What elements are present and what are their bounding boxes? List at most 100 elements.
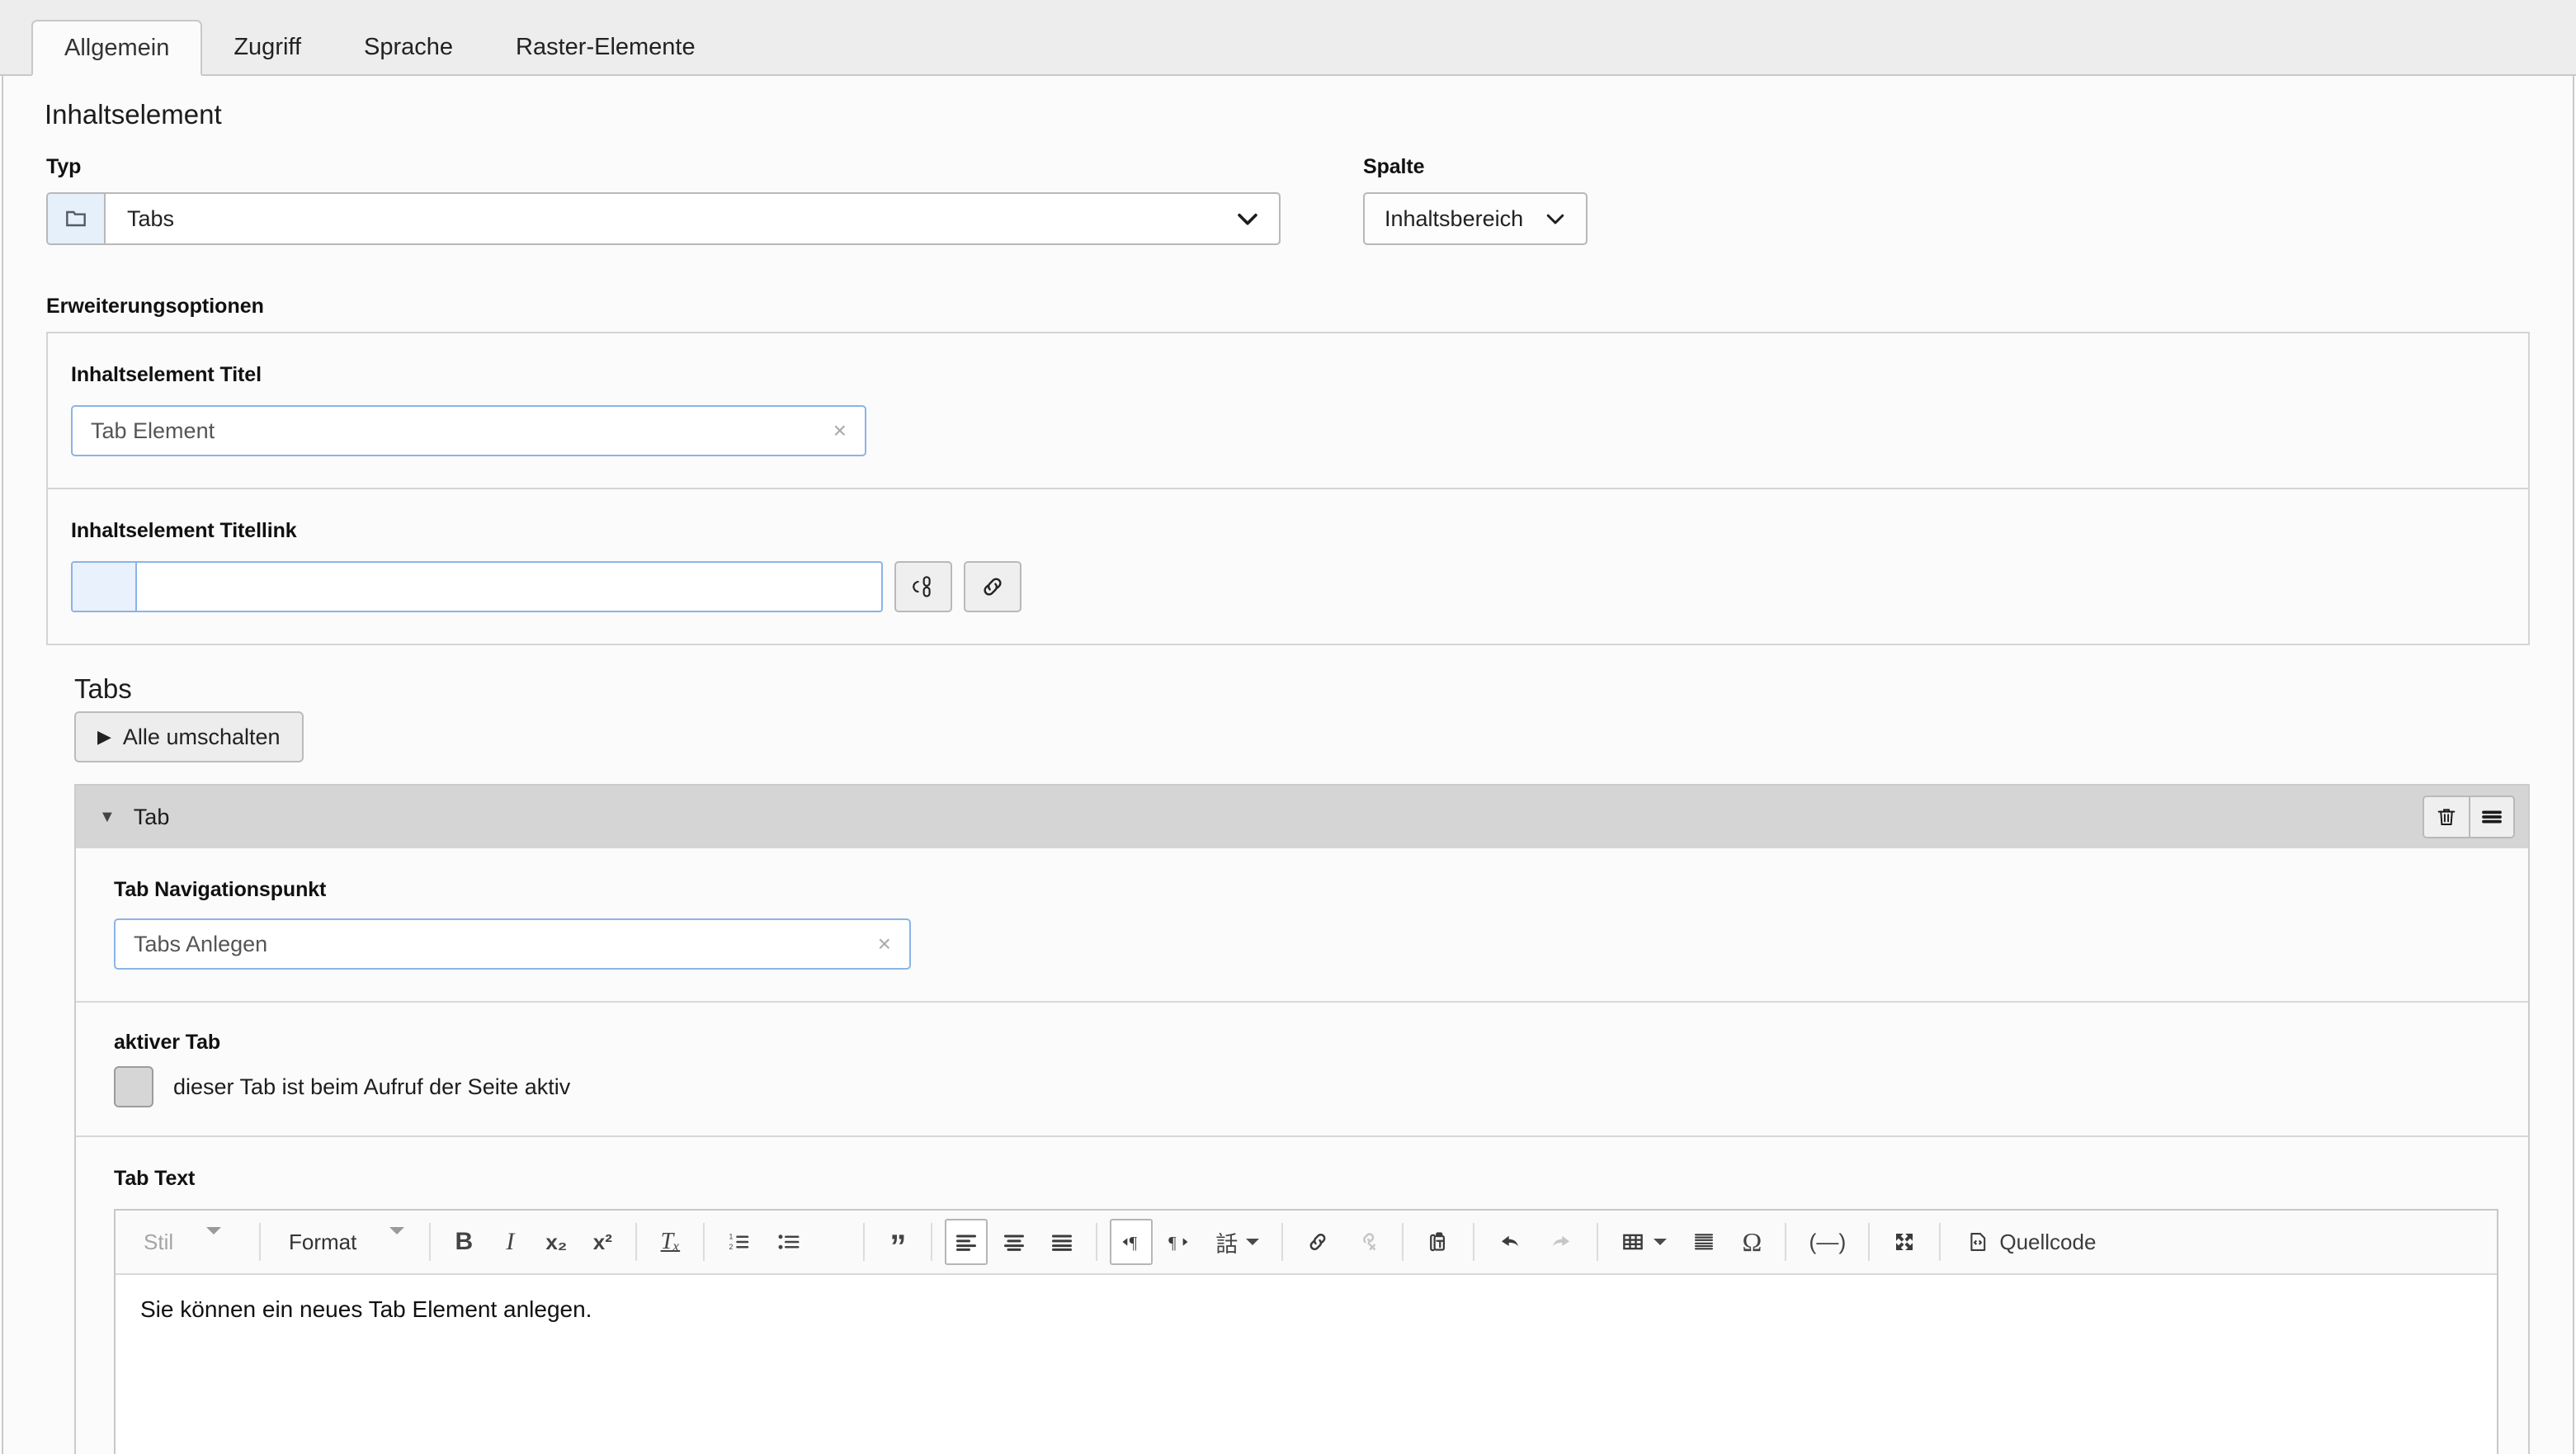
element-title-link-input[interactable] [71,561,883,612]
element-title-label: Inhaltselement Titel [71,363,2505,387]
element-title-input[interactable]: Tab Element × [71,405,866,456]
active-tab-section: aktiver Tab dieser Tab ist beim Aufruf d… [76,1003,2528,1137]
tabs-section-heading: Tabs [3,645,2573,705]
page-break-glyph: (—) [1809,1230,1846,1255]
spalte-select[interactable]: Inhaltsbereich [1363,192,1588,245]
tab-nav-point-input[interactable]: Tabs Anlegen × [114,918,911,970]
spalte-field-group: Spalte Inhaltsbereich [1363,155,1588,245]
editor-content-area[interactable]: Sie können ein neues Tab Element anlegen… [116,1275,2497,1454]
chevron-down-icon [1246,1239,1259,1245]
chevron-down-icon[interactable]: ▼ [99,808,116,827]
typ-field-group: Typ Tabs [46,155,1284,245]
style-combo-label: Stil [144,1211,173,1273]
link-icon[interactable] [1295,1219,1340,1265]
table-icon[interactable] [1611,1219,1677,1265]
tab-accordion-header[interactable]: ▼ Tab [76,786,2528,848]
chevron-down-icon[interactable] [1216,194,1279,243]
tab-folder-icon [48,194,106,243]
svg-text:1: 1 [729,1232,734,1240]
toggle-all-label: Alle umschalten [123,725,281,750]
undo-icon[interactable] [1487,1219,1533,1265]
active-tab-checkbox[interactable] [114,1066,153,1107]
source-button[interactable]: Quellcode [1953,1219,2109,1265]
tab-allgemein[interactable]: Allgemein [31,20,202,76]
blockquote-icon[interactable]: ” [877,1219,918,1265]
bold-glyph: B [455,1228,474,1256]
text-direction-ltr-icon[interactable]: ¶ [1110,1219,1153,1265]
subscript-glyph: x₂ [545,1230,567,1255]
bulleted-list-icon[interactable] [767,1219,811,1265]
spalte-select-value: Inhaltsbereich [1385,206,1523,232]
style-combo[interactable]: Stil [125,1211,249,1273]
text-direction-rtl-icon[interactable]: ¶ [1158,1219,1201,1265]
maximize-icon[interactable] [1882,1219,1927,1265]
tab-sprache[interactable]: Sprache [333,20,484,74]
typ-select[interactable]: Tabs [46,192,1281,245]
tab-accordion-title: Tab [134,805,170,830]
tab-zugriff-label: Zugriff [234,34,301,60]
delete-tab-button[interactable] [2423,795,2469,838]
source-button-label: Quellcode [1999,1230,2096,1255]
unlink-picker-icon[interactable] [894,561,952,612]
special-character-icon[interactable]: Ω [1731,1219,1772,1265]
tab-raster-elemente[interactable]: Raster-Elemente [484,20,727,74]
clear-icon[interactable]: × [878,931,891,957]
align-center-icon[interactable] [993,1219,1036,1265]
link-prefix-box [73,563,137,611]
page-title: Inhaltselement [3,76,2573,130]
superscript-icon[interactable]: x² [582,1219,623,1265]
active-tab-label: aktiver Tab [114,1031,2498,1055]
justify-icon[interactable] [1040,1219,1083,1265]
editor-paragraph: Sie können ein neues Tab Element anlegen… [140,1296,2472,1323]
paste-as-text-icon[interactable] [1416,1219,1460,1265]
redo-icon [1538,1219,1584,1265]
play-triangle-icon: ▶ [97,726,111,748]
element-title-link-label: Inhaltselement Titellink [71,519,2505,543]
hamburger-icon [2479,805,2504,829]
typ-spalte-row: Typ Tabs Spalte [3,130,2573,245]
toolbar-separator [1402,1223,1404,1261]
rich-text-editor: Stil Format B I [114,1209,2498,1454]
italic-glyph: I [506,1228,514,1256]
element-title-link-section: Inhaltselement Titellink [48,489,2528,645]
editor-toolbar: Stil Format B I [116,1211,2497,1275]
tab-accordion: ▼ Tab [74,784,2530,1454]
toolbar-separator [1281,1223,1283,1261]
remove-format-icon[interactable]: Tₓ [649,1219,691,1265]
tab-allgemein-label: Allgemein [64,35,169,61]
page-break-icon[interactable]: (—) [1799,1219,1856,1265]
toolbar-separator [1597,1223,1598,1261]
element-title-link-row [71,561,2505,612]
element-title-section: Inhaltselement Titel Tab Element × [48,333,2528,489]
italic-icon[interactable]: I [489,1219,531,1265]
language-icon[interactable]: 話 [1205,1219,1269,1265]
svg-text:2: 2 [729,1243,734,1251]
spalte-label: Spalte [1363,155,1588,179]
tab-zugriff[interactable]: Zugriff [202,20,333,74]
trash-icon [2435,805,2458,828]
format-combo[interactable]: Format [271,1211,419,1273]
toolbar-separator [863,1223,865,1261]
remove-format-glyph: Tₓ [661,1229,681,1255]
toolbar-separator [259,1223,261,1261]
element-title-value: Tab Element [91,418,215,444]
numbered-list-icon[interactable]: 1 2 [717,1219,762,1265]
toggle-all-button[interactable]: ▶ Alle umschalten [74,711,304,762]
subscript-icon[interactable]: x₂ [535,1219,577,1265]
main-tab-bar: Allgemein Zugriff Sprache Raster-Element… [0,0,2576,76]
tab-sprache-label: Sprache [364,34,453,60]
drag-handle-button[interactable] [2469,795,2515,838]
extension-options-box: Inhaltselement Titel Tab Element × Inhal… [46,332,2530,645]
link-icon[interactable] [964,561,1021,612]
horizontal-rule-icon[interactable] [1682,1219,1726,1265]
omega-glyph: Ω [1742,1227,1762,1258]
tab-accordion-actions [2423,795,2515,838]
toolbar-separator [703,1223,705,1261]
toolbar-separator [1473,1223,1474,1261]
chevron-down-icon [389,1227,404,1234]
bold-icon[interactable]: B [443,1219,484,1265]
align-left-icon[interactable] [945,1219,988,1265]
chevron-down-icon [206,1227,221,1234]
language-glyph: 話 [1215,1226,1238,1258]
clear-icon[interactable]: × [833,418,847,444]
